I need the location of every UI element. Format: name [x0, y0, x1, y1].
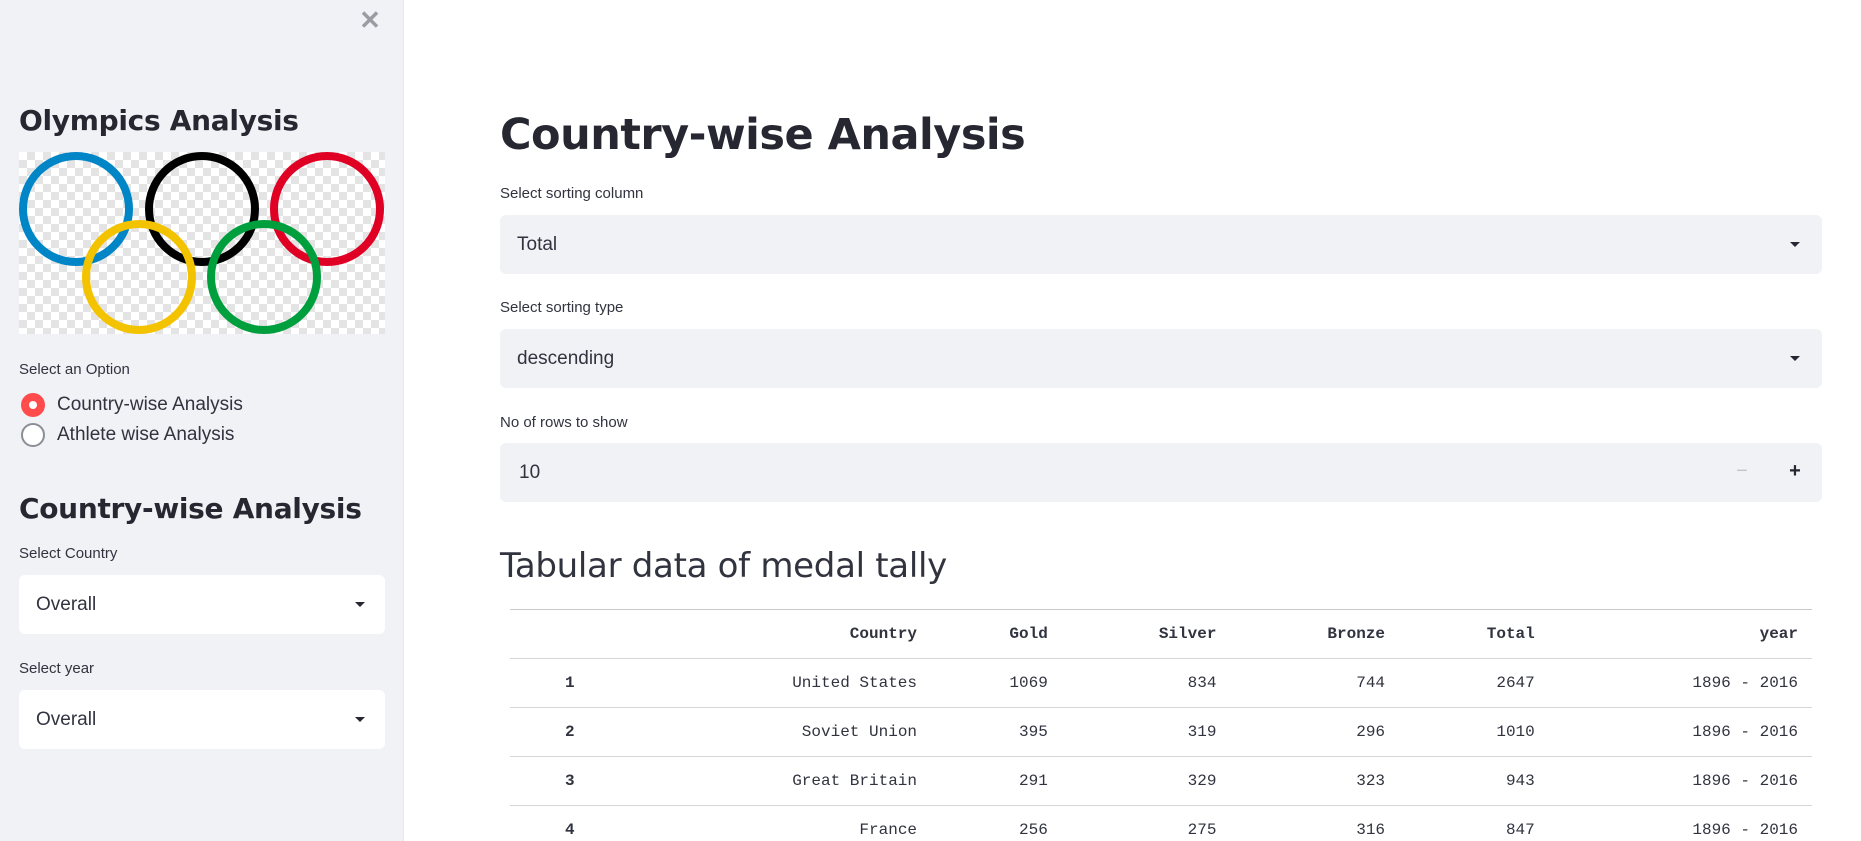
cell-bronze: 323: [1230, 756, 1400, 806]
radio-athlete-wise[interactable]: Athlete wise Analysis: [21, 423, 234, 447]
sort-column-value: Total: [517, 233, 558, 255]
medal-tally-table: Country Gold Silver Bronze Total year 1 …: [510, 609, 1812, 841]
column-header-silver[interactable]: Silver: [1061, 609, 1231, 659]
chevron-down-icon: [1790, 356, 1800, 361]
cell-bronze: 316: [1230, 805, 1400, 841]
cell-gold: 1069: [931, 658, 1062, 708]
column-header-gold[interactable]: Gold: [931, 609, 1062, 659]
radio-country-wise[interactable]: Country-wise Analysis: [21, 393, 243, 417]
sidebar-title: Olympics Analysis: [19, 104, 299, 137]
country-select-label: Select Country: [19, 545, 118, 562]
row-index: 1: [510, 658, 630, 708]
table-row: 2 Soviet Union 395 319 296 1010 1896 - 2…: [510, 707, 1812, 757]
cell-country: United States: [630, 658, 932, 708]
row-index: 2: [510, 707, 630, 757]
cell-year: 1896 - 2016: [1548, 707, 1812, 757]
sort-type-value: descending: [517, 347, 615, 369]
sort-type-select[interactable]: descending: [500, 329, 1822, 388]
cell-silver: 275: [1061, 805, 1231, 841]
column-header-year[interactable]: year: [1548, 609, 1812, 659]
sort-type-label: Select sorting type: [500, 299, 624, 316]
cell-country: Great Britain: [630, 756, 932, 806]
cell-gold: 395: [931, 707, 1062, 757]
column-header-bronze[interactable]: Bronze: [1230, 609, 1400, 659]
cell-silver: 329: [1061, 756, 1231, 806]
option-label: Select an Option: [19, 361, 130, 378]
cell-gold: 291: [931, 756, 1062, 806]
sort-column-select[interactable]: Total: [500, 215, 1822, 274]
cell-year: 1896 - 2016: [1548, 658, 1812, 708]
table-row: 1 United States 1069 834 744 2647 1896 -…: [510, 658, 1812, 708]
decrement-icon[interactable]: −: [1722, 443, 1762, 502]
cell-country: Soviet Union: [630, 707, 932, 757]
country-select[interactable]: Overall: [19, 575, 385, 634]
cell-bronze: 296: [1230, 707, 1400, 757]
rows-value[interactable]: 10: [519, 443, 540, 502]
country-select-value: Overall: [36, 593, 97, 615]
cell-year: 1896 - 2016: [1548, 756, 1812, 806]
table-row: 3 Great Britain 291 329 323 943 1896 - 2…: [510, 756, 1812, 806]
olympic-rings-logo: [19, 152, 385, 334]
cell-total: 943: [1399, 756, 1549, 806]
cell-total: 1010: [1399, 707, 1549, 757]
cell-gold: 256: [931, 805, 1062, 841]
year-select-value: Overall: [36, 708, 97, 730]
rows-number-input[interactable]: 10 − +: [500, 443, 1822, 502]
column-header-index[interactable]: [510, 609, 630, 659]
column-header-country[interactable]: Country: [630, 609, 932, 659]
table-title: Tabular data of medal tally: [500, 546, 947, 586]
row-index: 4: [510, 805, 630, 841]
chevron-down-icon: [355, 717, 365, 722]
table-row: 4 France 256 275 316 847 1896 - 2016: [510, 805, 1812, 841]
cell-year: 1896 - 2016: [1548, 805, 1812, 841]
cell-silver: 319: [1061, 707, 1231, 757]
increment-icon[interactable]: +: [1775, 443, 1815, 502]
cell-country: France: [630, 805, 932, 841]
column-header-total[interactable]: Total: [1399, 609, 1549, 659]
year-select[interactable]: Overall: [19, 690, 385, 749]
sidebar-section-title: Country-wise Analysis: [19, 492, 362, 525]
page-title: Country-wise Analysis: [500, 110, 1026, 160]
cell-silver: 834: [1061, 658, 1231, 708]
cell-total: 847: [1399, 805, 1549, 841]
radio-label: Country-wise Analysis: [57, 394, 243, 415]
cell-total: 2647: [1399, 658, 1549, 708]
sort-column-label: Select sorting column: [500, 185, 644, 202]
radio-selected-icon: [21, 393, 45, 417]
year-select-label: Select year: [19, 660, 95, 677]
table-header-row: Country Gold Silver Bronze Total year: [510, 609, 1812, 659]
rows-label: No of rows to show: [500, 414, 628, 431]
chevron-down-icon: [355, 602, 365, 607]
radio-unselected-icon: [21, 423, 45, 447]
chevron-down-icon: [1790, 242, 1800, 247]
sidebar: ✕ Olympics Analysis Select an Option Cou…: [0, 0, 404, 841]
close-sidebar-icon[interactable]: ✕: [358, 7, 382, 33]
row-index: 3: [510, 756, 630, 806]
radio-label: Athlete wise Analysis: [57, 424, 235, 445]
cell-bronze: 744: [1230, 658, 1400, 708]
